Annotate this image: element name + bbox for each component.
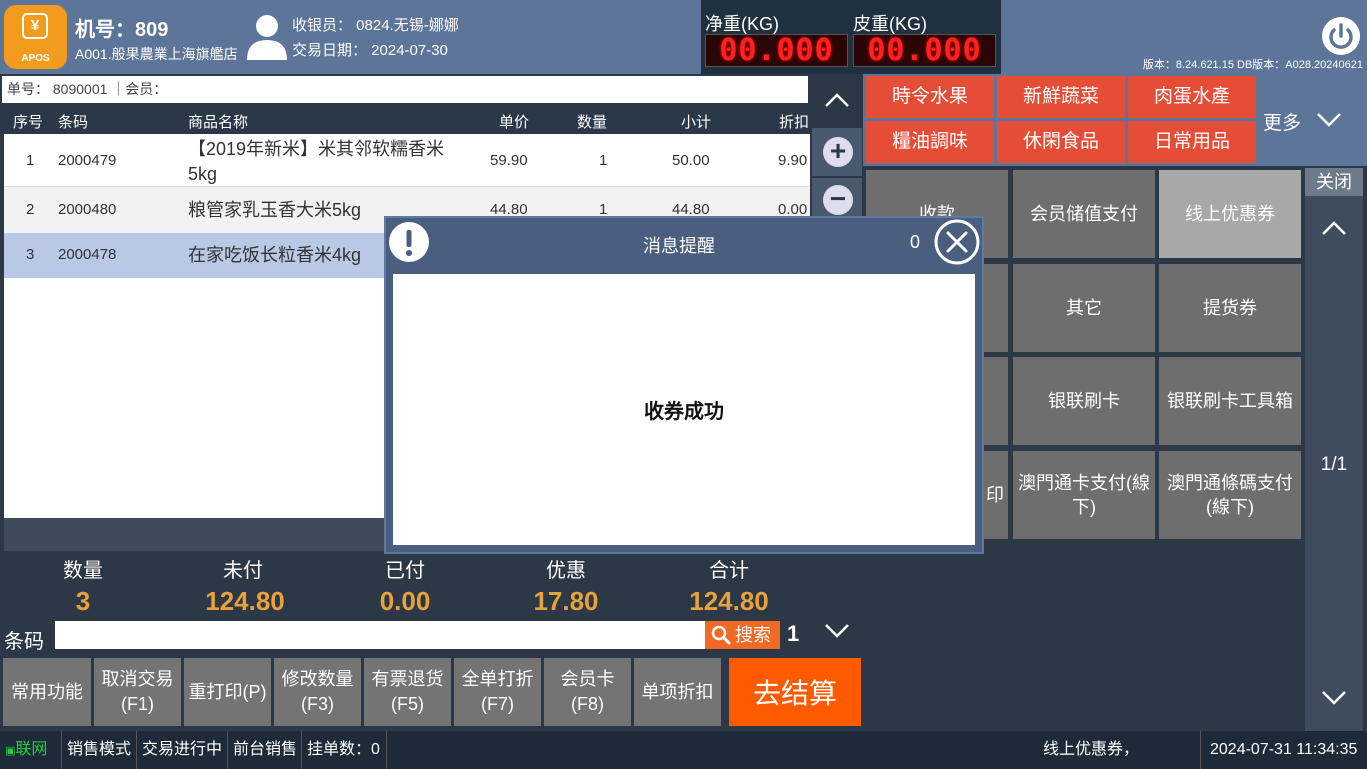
col-subtotal: 小计: [681, 114, 712, 131]
category-daily[interactable]: 日常用品: [1128, 121, 1256, 163]
more-label[interactable]: 更多: [1263, 108, 1301, 135]
dialog-message: 收券成功: [393, 274, 975, 545]
power-icon[interactable]: [1322, 17, 1360, 55]
modify-qty-button[interactable]: 修改数量 (F3): [274, 658, 361, 726]
trade-status: 交易进行中: [142, 741, 223, 758]
col-seq: 序号: [13, 114, 44, 131]
divider: [136, 731, 137, 769]
version-info: 版本：8.24.621.15 DB版本：A028.20240621: [1142, 59, 1363, 71]
category-grain[interactable]: 糧油調味: [866, 121, 994, 163]
category-snacks[interactable]: 休閑食品: [997, 121, 1125, 163]
user-icon: [247, 15, 287, 60]
plus-icon: +: [823, 137, 853, 167]
apos-logo: ¥ APOS: [4, 5, 67, 69]
dialog-countdown: 0: [910, 232, 921, 252]
barcode-input[interactable]: [55, 621, 705, 649]
col-name: 商品名称: [188, 114, 249, 131]
table-row[interactable]: 1 2000479 【2019年新米】米其邻软糯香米5kg 59.90 1 50…: [4, 134, 810, 187]
member-card-button[interactable]: 会员卡 (F8): [544, 658, 631, 726]
cashier-label: 收银员： 0824.无锡-娜娜: [292, 17, 459, 34]
network-status: ▣联网: [5, 741, 48, 758]
pagination: 1/1: [1320, 454, 1348, 475]
net-weight-label: 净重(KG): [705, 14, 779, 34]
col-discount: 折扣: [779, 114, 810, 131]
qty-label: 数量: [63, 560, 103, 582]
trade-date: 交易日期： 2024-07-30: [292, 42, 448, 59]
page-number: 1: [787, 621, 800, 646]
paid-value: 0.00: [379, 586, 431, 616]
discount-value: 17.80: [533, 586, 599, 616]
dialog-title: 消息提醒: [643, 236, 715, 256]
chevron-up-icon: [825, 93, 849, 107]
status-message: 线上优惠券，: [1043, 741, 1140, 758]
col-code: 条码: [58, 114, 89, 131]
search-label: 搜索: [735, 625, 771, 645]
category-meat[interactable]: 肉蛋水產: [1128, 76, 1256, 118]
barcode-label: 条码: [4, 631, 44, 653]
col-price: 单价: [499, 114, 530, 131]
category-fruit[interactable]: 時令水果: [866, 76, 994, 118]
divider: [386, 731, 387, 769]
logo-label: APOS: [21, 53, 50, 64]
status-datetime: 2024-07-31 11:34:35: [1210, 741, 1358, 758]
checkout-button[interactable]: 去结算: [729, 658, 861, 726]
pay-macau-barcode-button[interactable]: 澳門通條碼支付(線下): [1159, 451, 1301, 539]
sales-mode: 销售模式: [67, 741, 132, 758]
alert-icon: [389, 222, 429, 262]
reprint-button[interactable]: 重打印(P): [184, 658, 271, 726]
pay-online-coupon-button[interactable]: 线上优惠券: [1159, 170, 1301, 258]
total-label: 合计: [709, 560, 749, 582]
front-sales: 前台销售: [233, 741, 298, 758]
whole-discount-button[interactable]: 全单打折 (F7): [454, 658, 541, 726]
search-icon: [711, 625, 731, 645]
pay-member-stored-button[interactable]: 会员储值支付: [1013, 170, 1155, 258]
close-button[interactable]: 关闭: [1305, 168, 1363, 196]
scroll-down-button[interactable]: [812, 606, 862, 654]
store-name: A001.般果農業上海旗艦店: [75, 46, 238, 62]
table-header: 序号 条码 商品名称 单价 数量 小计 折扣: [2, 106, 810, 134]
divider: [301, 731, 302, 769]
pay-other-button[interactable]: 其它: [1013, 264, 1155, 352]
machine-number: 机号：809: [75, 19, 169, 41]
more-chevron-icon[interactable]: [1314, 108, 1344, 130]
divider: [1200, 731, 1201, 769]
tare-weight-value: 00.000: [853, 34, 996, 67]
pay-macau-card-button[interactable]: 澳門通卡支付(線下): [1013, 451, 1155, 539]
chevron-down-icon: [825, 624, 849, 638]
paid-label: 已付: [385, 560, 425, 582]
net-weight-value: 00.000: [705, 34, 848, 67]
hold-count: 挂单数：0: [307, 741, 380, 758]
pager-column: [1305, 168, 1363, 731]
scroll-up-button[interactable]: [812, 76, 862, 126]
item-discount-button[interactable]: 单项折扣: [634, 658, 721, 726]
unpaid-label: 未付: [223, 560, 263, 582]
minus-icon: −: [823, 185, 853, 215]
page-up-icon[interactable]: [1319, 216, 1349, 240]
pay-pickup-button[interactable]: 提货券: [1159, 264, 1301, 352]
divider: [227, 731, 228, 769]
pay-unionpay-button[interactable]: 银联刷卡: [1013, 357, 1155, 445]
tare-weight-label: 皮重(KG): [853, 14, 927, 34]
col-qty: 数量: [577, 114, 608, 131]
category-vegetables[interactable]: 新鮮蔬菜: [997, 76, 1125, 118]
pay-unionpay-tools-button[interactable]: 银联刷卡工具箱: [1159, 357, 1301, 445]
discount-label: 优惠: [546, 560, 586, 582]
order-info-bar: 单号： 8090001 ｜会员：: [2, 76, 808, 103]
refund-button[interactable]: 有票退货 (F5): [364, 658, 451, 726]
divider: [61, 731, 62, 769]
cancel-transaction-button[interactable]: 取消交易 (F1): [94, 658, 181, 726]
search-button[interactable]: 搜索: [705, 621, 780, 649]
common-functions-button[interactable]: 常用功能: [3, 658, 91, 726]
page-down-icon[interactable]: [1319, 686, 1349, 710]
close-icon[interactable]: [934, 219, 980, 265]
network-icon: ▣: [5, 745, 16, 757]
total-value: 124.80: [689, 586, 769, 616]
yen-icon: ¥: [22, 13, 48, 39]
qty-value: 3: [75, 586, 91, 616]
unpaid-value: 124.80: [205, 586, 285, 616]
